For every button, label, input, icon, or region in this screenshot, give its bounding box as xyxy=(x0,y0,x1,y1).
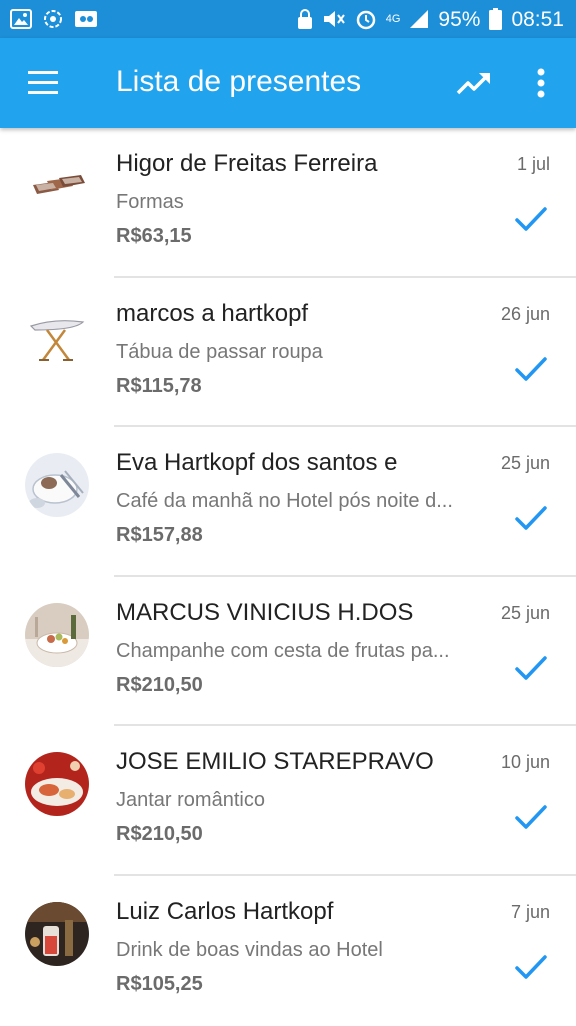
alarm-icon xyxy=(356,10,375,30)
check-icon xyxy=(515,506,547,530)
menu-button[interactable] xyxy=(26,66,62,100)
gift-giver-name: Eva Hartkopf dos santos e xyxy=(116,449,398,477)
gift-giver-name: Luiz Carlos Hartkopf xyxy=(116,897,334,925)
champagne-fruit-basket-image xyxy=(25,602,89,667)
check-icon xyxy=(515,805,547,830)
gift-price: R$210,50 xyxy=(116,823,203,846)
gift-description: Champanhe com cesta de frutas pa... xyxy=(116,639,450,662)
romantic-dinner-image xyxy=(25,752,89,817)
welcome-drink-image xyxy=(25,901,89,966)
signal-icon xyxy=(410,10,429,28)
list-item[interactable]: marcos a hartkopf 26 jun Tábua de passar… xyxy=(0,278,576,428)
gift-price: R$210,50 xyxy=(116,673,203,696)
gift-date: 25 jun xyxy=(500,602,550,623)
check-icon xyxy=(515,207,547,231)
gift-description: Formas xyxy=(116,191,184,213)
gift-date: 1 jul xyxy=(516,154,550,174)
status-time: 08:51 xyxy=(511,7,564,31)
menu-icon xyxy=(28,71,58,94)
list-item[interactable]: Eva Hartkopf dos santos e 25 jun Café da… xyxy=(0,427,576,577)
battery-icon xyxy=(489,8,503,30)
list-item[interactable]: Luiz Carlos Hartkopf 7 jun Drink de boas… xyxy=(0,876,576,1026)
sync-icon xyxy=(44,10,62,28)
gift-description: Café da manhã no Hotel pós noite d... xyxy=(116,490,453,513)
more-options-button[interactable] xyxy=(528,64,554,102)
battery-percent: 95% xyxy=(438,7,481,31)
gift-giver-name: Higor de Freitas Ferreira xyxy=(116,150,378,177)
trending-up-icon xyxy=(456,73,490,95)
gallery-icon xyxy=(10,9,32,29)
gift-price: R$115,78 xyxy=(116,374,202,397)
list-item[interactable]: MARCUS VINICIUS H.DOS 25 jun Champanhe c… xyxy=(0,577,576,727)
network-type: 4G xyxy=(385,12,401,25)
gift-list: Higor de Freitas Ferreira 1 jul Formas R… xyxy=(0,128,576,1026)
lock-icon xyxy=(297,9,312,29)
gift-price: R$63,15 xyxy=(116,225,192,247)
page-title: Lista de presentes xyxy=(116,65,362,98)
check-icon xyxy=(515,656,547,680)
gift-price: R$105,25 xyxy=(116,972,203,995)
cast-icon xyxy=(75,11,97,27)
gift-date: 7 jun xyxy=(510,901,550,922)
gift-price: R$157,88 xyxy=(116,524,203,547)
gift-giver-name: JOSE EMILIO STAREPRAVO xyxy=(116,748,434,776)
list-item[interactable]: Higor de Freitas Ferreira 1 jul Formas R… xyxy=(0,128,576,278)
gift-date: 26 jun xyxy=(500,303,550,324)
gift-description: Jantar romântico xyxy=(116,789,265,812)
gift-date: 10 jun xyxy=(500,752,550,773)
status-bar: 4G 95% 08:51 xyxy=(0,0,576,38)
gift-giver-name: MARCUS VINICIUS H.DOS xyxy=(116,598,414,626)
baking-pans-image xyxy=(25,154,89,218)
stats-button[interactable] xyxy=(454,66,494,100)
gift-date: 25 jun xyxy=(500,453,550,474)
gift-description: Tábua de passar roupa xyxy=(116,340,323,363)
more-vert-icon xyxy=(537,68,545,98)
breakfast-image xyxy=(25,453,89,518)
list-item[interactable]: JOSE EMILIO STAREPRAVO 10 jun Jantar rom… xyxy=(0,726,576,876)
check-icon xyxy=(515,356,547,381)
mute-icon xyxy=(323,11,345,27)
gift-giver-name: marcos a hartkopf xyxy=(116,299,309,327)
app-bar: Lista de presentes xyxy=(0,38,576,128)
check-icon xyxy=(515,955,547,979)
gift-description: Drink de boas vindas ao Hotel xyxy=(116,938,383,961)
ironing-board-image xyxy=(25,304,89,368)
